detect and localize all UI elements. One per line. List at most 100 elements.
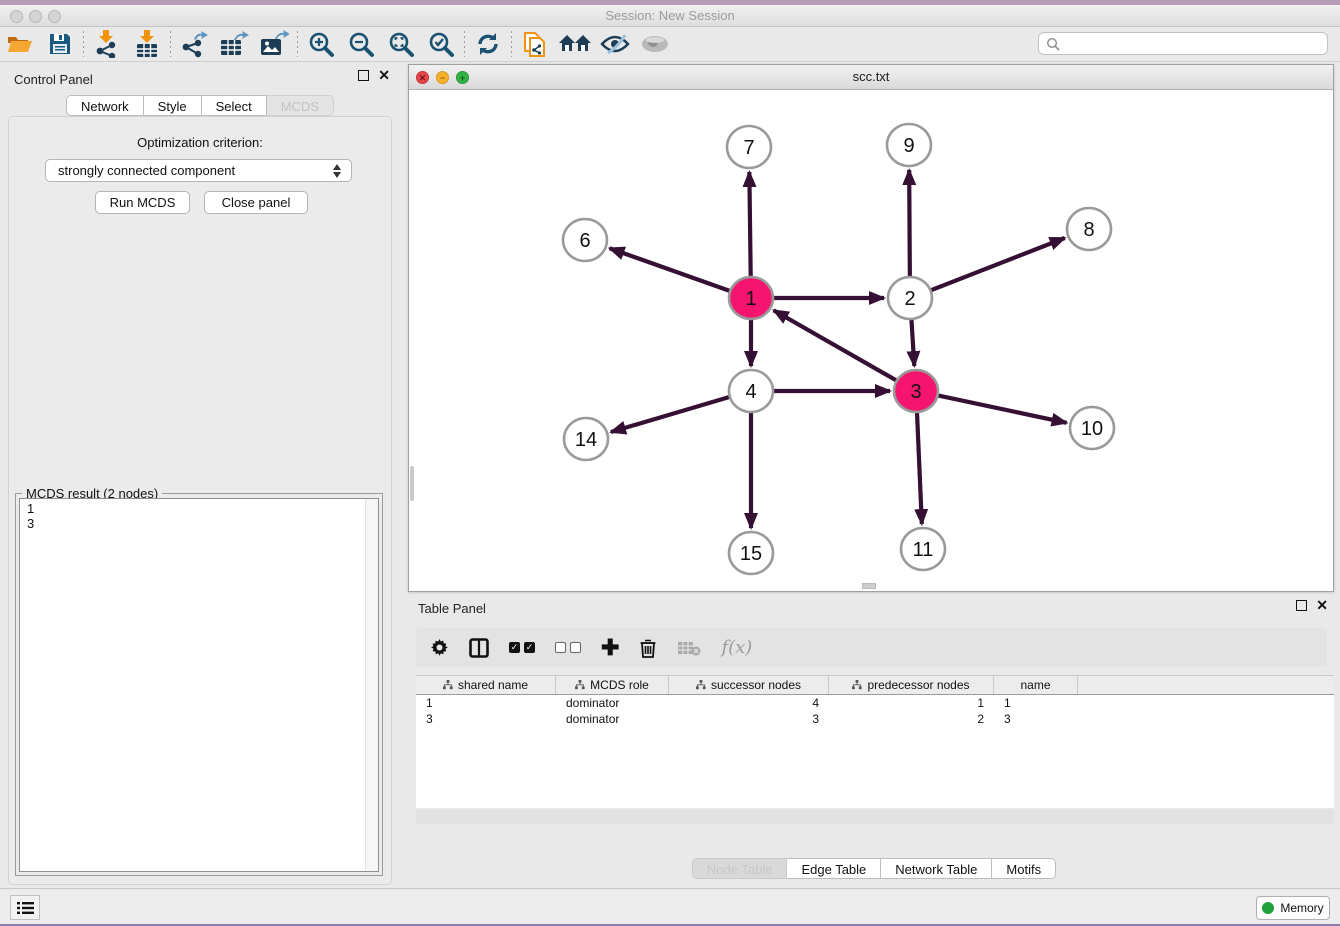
show-columns-button[interactable] [469,638,489,658]
graph-edge-1-7[interactable] [749,172,750,276]
run-mcds-button[interactable]: Run MCDS [95,191,190,214]
mcds-panel: Optimization criterion: strongly connect… [8,116,392,885]
delete-table-button[interactable] [677,640,701,656]
graph-edge-2-3[interactable] [911,320,914,366]
tab-node-table[interactable]: Node Table [692,858,788,879]
table-tabs: Node TableEdge TableNetwork TableMotifs [408,858,1340,879]
list-icon [17,901,34,915]
graph-edge-3-10[interactable] [939,396,1067,423]
tab-network-table[interactable]: Network Table [881,858,992,879]
table-cell[interactable]: dominator [556,712,669,726]
table-cell[interactable]: 3 [669,712,829,726]
tab-select[interactable]: Select [202,95,267,116]
zoom-out-button[interactable] [341,28,381,60]
table-cell[interactable]: 3 [994,712,1078,726]
zoom-selected-icon [428,31,455,58]
table-scrollbar-track[interactable] [416,809,1334,824]
zoom-selected-button[interactable] [421,28,461,60]
control-panel-title: Control Panel [14,72,93,87]
tab-mcds[interactable]: MCDS [267,95,334,116]
close-panel-icon[interactable]: ✕ [378,70,390,81]
import-network-icon [94,30,120,58]
add-column-button[interactable]: ✚ [601,638,619,658]
float-panel-icon[interactable] [358,70,369,81]
unselect-all-columns-button[interactable] [555,642,581,653]
table-cell[interactable]: 3 [416,712,556,726]
search-input[interactable] [1060,37,1327,51]
refresh-view-button[interactable] [468,28,508,60]
hide-graphics-button[interactable] [595,28,635,60]
export-network-icon [180,30,208,58]
close-table-panel-icon[interactable]: ✕ [1316,600,1328,611]
delete-table-icon [677,640,701,656]
unchecked-box-icon [570,642,581,653]
network-canvas[interactable]: 7968124314101511 [410,91,1332,590]
delete-column-button[interactable] [639,638,657,658]
table-body: 1dominator4113dominator323 [416,695,1334,727]
import-network-button[interactable] [87,28,127,60]
column-header-shared-name[interactable]: shared name [416,676,556,694]
network-graph: 7968124314101511 [410,91,1334,592]
table-cell[interactable]: 4 [669,696,829,710]
canvas-horizontal-scrollbar-thumb[interactable] [862,583,876,589]
toolbar-separator [83,31,84,57]
graph-node-label: 8 [1083,219,1094,241]
mcds-result-group: MCDS result (2 nodes) 1 3 [15,493,383,876]
table-cell[interactable]: 1 [416,696,556,710]
graph-edge-3-11[interactable] [917,413,922,524]
graph-edge-3-1[interactable] [774,310,896,380]
table-cell[interactable]: 1 [994,696,1078,710]
float-table-panel-icon[interactable] [1296,600,1307,611]
select-all-columns-button[interactable]: ✓ ✓ [509,642,535,653]
canvas-vertical-scrollbar-thumb[interactable] [410,466,414,501]
result-scrollbar[interactable] [365,499,378,871]
graph-edge-2-8[interactable] [931,238,1064,290]
network-window-titlebar[interactable]: ✕ − + scc.txt [409,65,1333,90]
column-header-successor-nodes[interactable]: successor nodes [669,676,829,694]
search-icon [1046,37,1060,51]
unchecked-box-icon [555,642,566,653]
export-network-button[interactable] [174,28,214,60]
show-eye-icon [640,34,670,54]
tab-edge-table[interactable]: Edge Table [787,858,881,879]
network-window-title: scc.txt [409,69,1333,84]
export-table-button[interactable] [214,28,254,60]
task-history-button[interactable] [10,895,40,920]
memory-button[interactable]: Memory [1256,896,1330,920]
table-cell[interactable]: dominator [556,696,669,710]
criterion-dropdown[interactable]: strongly connected component [45,159,352,182]
graph-node-label: 3 [910,381,921,403]
graph-edge-4-14[interactable] [611,397,729,432]
table-cell[interactable]: 2 [829,712,994,726]
memory-status-icon [1262,902,1274,914]
layout-button[interactable] [555,28,595,60]
import-table-button[interactable] [127,28,167,60]
graph-edge-1-6[interactable] [610,248,730,290]
column-header-predecessor-nodes[interactable]: predecessor nodes [829,676,994,694]
clone-network-button[interactable] [515,28,555,60]
open-session-button[interactable] [0,28,40,60]
gear-icon [430,638,449,657]
tab-style[interactable]: Style [144,95,202,116]
tab-motifs[interactable]: Motifs [992,858,1056,879]
zoom-fit-button[interactable] [381,28,421,60]
table-cell[interactable]: 1 [829,696,994,710]
export-image-button[interactable] [254,28,294,60]
graph-node-label: 6 [579,230,590,252]
zoom-in-button[interactable] [301,28,341,60]
show-graphics-button[interactable] [635,28,675,60]
toolbar-separator [170,31,171,57]
toolbar-separator [511,31,512,57]
column-header-MCDS-role[interactable]: MCDS role [556,676,669,694]
function-builder-button[interactable]: f(x) [721,637,752,658]
save-session-button[interactable] [40,28,80,60]
checked-box-icon: ✓ [509,642,520,653]
control-panel-tabs: NetworkStyleSelectMCDS [0,95,400,116]
graph-edge-2-9[interactable] [909,170,910,276]
column-header-name[interactable]: name [994,676,1078,694]
table-options-button[interactable] [430,638,449,657]
close-panel-button[interactable]: Close panel [204,191,308,214]
tab-network[interactable]: Network [66,95,144,116]
mcds-result-area[interactable]: 1 3 [19,498,379,872]
search-field[interactable] [1038,32,1328,55]
